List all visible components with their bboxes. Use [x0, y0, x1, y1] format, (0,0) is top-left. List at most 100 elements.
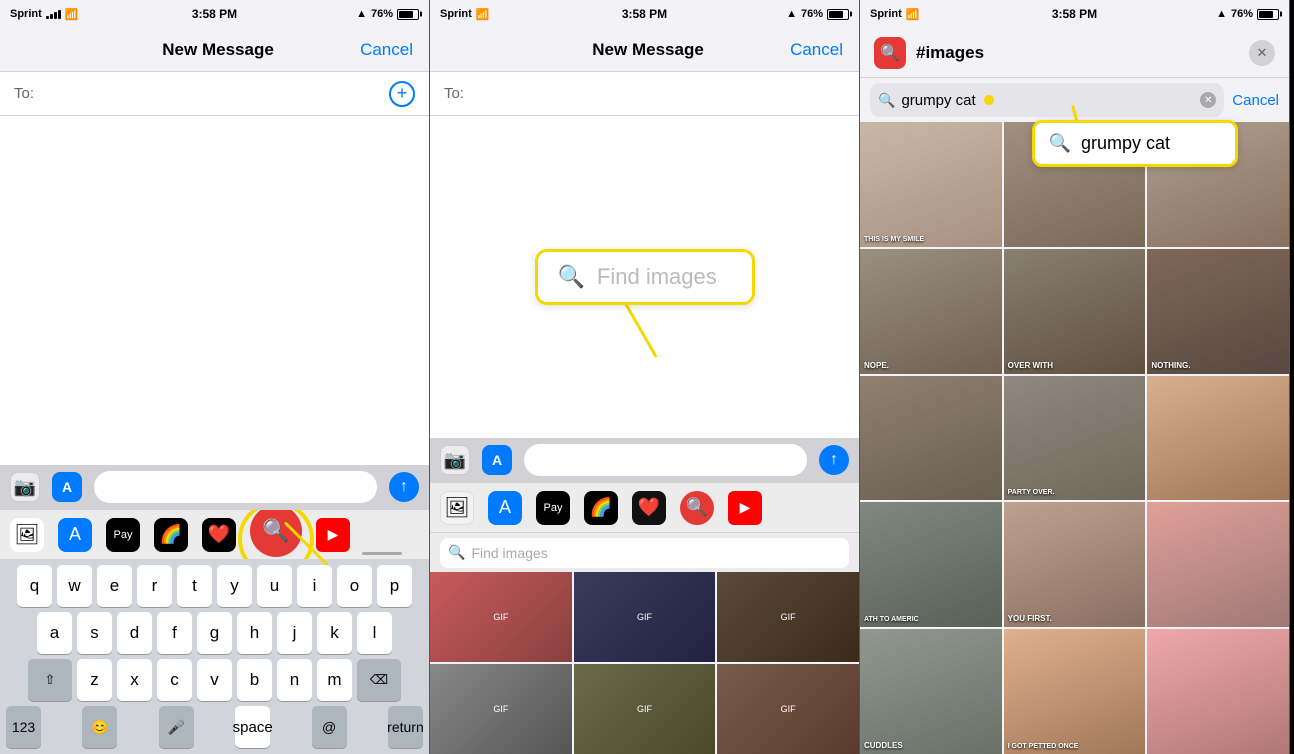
- status-bar-1: Sprint 📶 3:58 PM ▲ 76%: [0, 0, 429, 28]
- cat-cell-13[interactable]: CUDDLES: [860, 629, 1002, 754]
- key-delete[interactable]: ⌫: [357, 659, 401, 701]
- gif-cell-5[interactable]: GIF: [574, 664, 716, 754]
- location-icon: ▲: [356, 8, 367, 20]
- key-g[interactable]: g: [197, 612, 232, 654]
- tray2-photos[interactable]: 🖼: [440, 491, 474, 525]
- gif-cell-3[interactable]: GIF: [717, 572, 859, 662]
- cat-cell-9[interactable]: [1147, 376, 1289, 501]
- gif-cell-1[interactable]: GIF: [430, 572, 572, 662]
- key-shift[interactable]: ⇧: [28, 659, 72, 701]
- key-s[interactable]: s: [77, 612, 112, 654]
- key-k[interactable]: k: [317, 612, 352, 654]
- send-button-2[interactable]: ↑: [819, 445, 849, 475]
- cat-cell-6[interactable]: NOTHING.: [1147, 249, 1289, 374]
- cancel-button-1[interactable]: Cancel: [360, 40, 413, 60]
- tray2-heart[interactable]: ❤️: [632, 491, 666, 525]
- key-at[interactable]: @: [312, 706, 347, 748]
- key-w[interactable]: w: [57, 565, 92, 607]
- tray2-yt[interactable]: ▶: [728, 491, 762, 525]
- search-input-wrap[interactable]: 🔍 grumpy cat ✕: [870, 83, 1224, 117]
- search-annotation-icon: 🔍: [1049, 133, 1071, 154]
- time-2: 3:58 PM: [622, 7, 667, 21]
- cat-cell-8[interactable]: PARTY OVER.: [1004, 376, 1146, 501]
- find-images-search-box[interactable]: 🔍 Find images: [535, 249, 755, 305]
- key-n[interactable]: n: [277, 659, 312, 701]
- gif-cell-2[interactable]: GIF: [574, 572, 716, 662]
- phone-1: Sprint 📶 3:58 PM ▲ 76% New Message Cance…: [0, 0, 430, 754]
- key-y[interactable]: y: [217, 565, 252, 607]
- cat-cell-11[interactable]: YOU FIRST.: [1004, 502, 1146, 627]
- key-t[interactable]: t: [177, 565, 212, 607]
- time-3: 3:58 PM: [1052, 7, 1097, 21]
- key-numbers[interactable]: 123: [6, 706, 41, 748]
- tray2-app[interactable]: A: [488, 491, 522, 525]
- key-emoji[interactable]: 😊: [82, 706, 117, 748]
- tray-photos-icon[interactable]: 🖼: [10, 518, 44, 552]
- cat-cell-5[interactable]: OVER WITH: [1004, 249, 1146, 374]
- tray-appstore-icon[interactable]: A: [58, 518, 92, 552]
- cat-cell-12[interactable]: [1147, 502, 1289, 627]
- tray-search-images-icon[interactable]: 🔍: [250, 509, 302, 557]
- tray-colorful-icon[interactable]: 🌈: [154, 518, 188, 552]
- signal-3-icon: 📶: [906, 8, 920, 21]
- tray2-pay[interactable]: Pay: [536, 491, 570, 525]
- cat-image-grid: THIS IS MY SMILE NOPE. OVER WITH NOTHING…: [860, 122, 1289, 754]
- key-m[interactable]: m: [317, 659, 352, 701]
- key-e[interactable]: e: [97, 565, 132, 607]
- cat-cell-4[interactable]: NOPE.: [860, 249, 1002, 374]
- search-clear-button[interactable]: ✕: [1200, 92, 1216, 108]
- status-bar-3: Sprint 📶 3:58 PM ▲ 76%: [860, 0, 1289, 28]
- cat-cell-10[interactable]: ATH TO AMERIC: [860, 502, 1002, 627]
- keyboard-row-2: a s d f g h j k l: [4, 612, 425, 654]
- send-button-1[interactable]: ↑: [389, 472, 419, 502]
- gif-cell-6[interactable]: GIF: [717, 664, 859, 754]
- key-x[interactable]: x: [117, 659, 152, 701]
- tray-youtube-icon[interactable]: ▶: [316, 518, 350, 552]
- search-cancel-button[interactable]: Cancel: [1232, 92, 1279, 109]
- key-i[interactable]: i: [297, 565, 332, 607]
- cat-cell-15[interactable]: [1147, 629, 1289, 754]
- key-q[interactable]: q: [17, 565, 52, 607]
- add-recipient-button[interactable]: +: [389, 81, 415, 107]
- gif-cell-4[interactable]: GIF: [430, 664, 572, 754]
- key-f[interactable]: f: [157, 612, 192, 654]
- camera-icon-2[interactable]: 📷: [440, 445, 470, 475]
- appstore-icon[interactable]: A: [52, 472, 82, 502]
- key-d[interactable]: d: [117, 612, 152, 654]
- key-space[interactable]: space: [235, 706, 270, 748]
- cancel-button-2[interactable]: Cancel: [790, 40, 843, 60]
- key-mic[interactable]: 🎤: [159, 706, 194, 748]
- tray-heart-icon[interactable]: ❤️: [202, 518, 236, 552]
- tray-applepay-icon[interactable]: Pay: [106, 518, 140, 552]
- key-o[interactable]: o: [337, 565, 372, 607]
- key-z[interactable]: z: [77, 659, 112, 701]
- images-close-button[interactable]: ✕: [1249, 40, 1275, 66]
- key-h[interactable]: h: [237, 612, 272, 654]
- images-app-icon: 🔍: [874, 37, 906, 69]
- cat-cell-7[interactable]: [860, 376, 1002, 501]
- appstore-icon-2[interactable]: A: [482, 445, 512, 475]
- key-r[interactable]: r: [137, 565, 172, 607]
- key-b[interactable]: b: [237, 659, 272, 701]
- tray2-search[interactable]: 🔍: [680, 491, 714, 525]
- key-return[interactable]: return: [388, 706, 423, 748]
- nav-bar-1: New Message Cancel: [0, 28, 429, 72]
- find-search-input[interactable]: 🔍 Find images: [440, 538, 849, 568]
- key-c[interactable]: c: [157, 659, 192, 701]
- message-input-1[interactable]: [94, 471, 377, 503]
- search-icon-overlay: 🔍: [558, 264, 585, 290]
- search-icon-3: 🔍: [878, 92, 895, 109]
- key-v[interactable]: v: [197, 659, 232, 701]
- key-l[interactable]: l: [357, 612, 392, 654]
- cat-cell-14[interactable]: I GOT PETTED ONCE: [1004, 629, 1146, 754]
- key-a[interactable]: a: [37, 612, 72, 654]
- location-3-icon: ▲: [1216, 8, 1227, 20]
- find-images-bottom-bar: 🔍 Find images: [430, 532, 859, 572]
- tray2-colorful[interactable]: 🌈: [584, 491, 618, 525]
- message-input-2[interactable]: [524, 444, 807, 476]
- key-u[interactable]: u: [257, 565, 292, 607]
- camera-icon[interactable]: 📷: [10, 472, 40, 502]
- key-p[interactable]: p: [377, 565, 412, 607]
- cat-cell-1[interactable]: THIS IS MY SMILE: [860, 122, 1002, 247]
- key-j[interactable]: j: [277, 612, 312, 654]
